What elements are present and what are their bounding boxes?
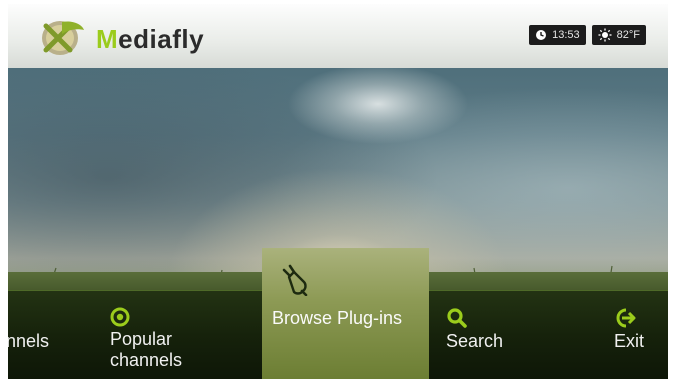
- menu-item-popular-channels[interactable]: Popular channels: [110, 307, 182, 371]
- clock-status: 13:53: [529, 25, 586, 45]
- popular-label-line2: channels: [110, 350, 183, 370]
- menu-item-channels[interactable]: nnels: [8, 331, 49, 352]
- mediafly-logo: Mediafly: [38, 18, 218, 56]
- logo-text-rest: ediafly: [118, 24, 205, 54]
- time-text: 13:53: [552, 29, 580, 41]
- menu-item-search[interactable]: Search: [446, 307, 503, 352]
- menu-item-channels-label: nnels: [8, 331, 50, 351]
- popular-label-line1: Popular: [110, 329, 173, 349]
- weather-status: 82°F: [591, 25, 646, 45]
- clock-icon: [536, 30, 547, 40]
- status-area: 13:53 82°F: [529, 25, 646, 45]
- exit-arrow-icon: [616, 308, 636, 328]
- plug-icon: [280, 264, 312, 298]
- star-circle-icon: [110, 307, 130, 327]
- temperature-text: 82°F: [616, 29, 640, 41]
- sun-icon: [598, 28, 612, 42]
- search-icon: [447, 308, 467, 328]
- logo-text: Mediafly: [96, 24, 204, 55]
- search-label: Search: [446, 331, 504, 351]
- mediafly-screen: Mediafly 13:53 82°F nnels Popular channe…: [8, 4, 668, 379]
- menu-item-browse-plugins[interactable]: Browse Plug-ins: [262, 248, 429, 379]
- menu-item-exit[interactable]: Exit: [614, 307, 644, 352]
- logo-text-accent: M: [96, 24, 119, 54]
- top-bar: Mediafly 13:53 82°F: [8, 4, 668, 68]
- mediafly-logo-icon: [42, 21, 84, 55]
- browse-plugins-label: Browse Plug-ins: [272, 308, 403, 328]
- exit-label: Exit: [614, 331, 645, 351]
